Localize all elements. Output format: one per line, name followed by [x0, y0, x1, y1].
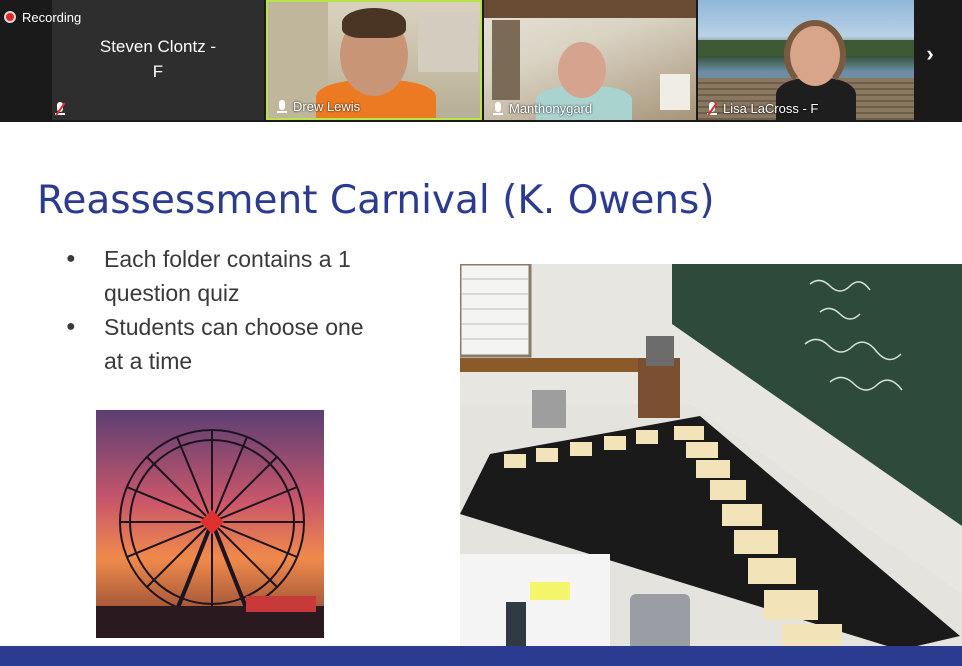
ferris-wheel-photo [96, 410, 324, 638]
participant-name-bar: Lisa LaCross - F [706, 101, 818, 116]
slide-footer-bar [0, 646, 962, 666]
participant-name-bar [54, 102, 66, 116]
chevron-right-icon: › [926, 41, 934, 66]
recording-dot-icon [4, 11, 16, 23]
bullet-text: Students can choose one at a time [104, 314, 364, 374]
participant-tile-drew[interactable]: Drew Lewis [266, 0, 482, 120]
bullet-marker: ● [66, 250, 76, 267]
bullet-list: ● Each folder contains a 1 question quiz… [66, 242, 386, 378]
microphone-muted-icon [706, 101, 718, 116]
microphone-icon [276, 99, 288, 114]
slide-title: Reassessment Carnival (K. Owens) [37, 178, 715, 223]
classroom-photo [460, 264, 962, 650]
microphone-icon [492, 101, 504, 116]
participant-big-name-line2: F [152, 62, 164, 81]
ferris-wheel-illustration [96, 429, 324, 638]
participant-tile-lisa[interactable]: Lisa LaCross - F [698, 0, 914, 120]
participant-tile-steven[interactable]: Steven Clontz - F [52, 0, 264, 120]
participant-name-bar: Drew Lewis [276, 99, 360, 114]
classroom-illustration [460, 264, 962, 650]
next-page-button[interactable]: › [916, 40, 944, 68]
bullet-text: Each folder contains a 1 question quiz [104, 246, 351, 306]
participant-tile-manthonygard[interactable]: Manthonygard [484, 0, 696, 120]
microphone-muted-icon [54, 102, 66, 116]
participant-name: Manthonygard [509, 101, 593, 116]
bullet-marker: ● [66, 318, 76, 335]
participant-name: Drew Lewis [293, 99, 361, 114]
shared-screen-slide: Reassessment Carnival (K. Owens) ● Each … [0, 122, 962, 666]
participant-gallery-strip: Recording Steven Clontz - F Drew Lewis M… [0, 0, 962, 122]
recording-label: Recording [22, 9, 82, 25]
recording-indicator[interactable]: Recording [4, 8, 81, 26]
participant-big-name: Steven Clontz - F [52, 34, 264, 84]
bullet-item: ● Students can choose one at a time [66, 310, 386, 378]
participant-name: Lisa LaCross - F [723, 101, 819, 116]
bullet-item: ● Each folder contains a 1 question quiz [66, 242, 386, 310]
participant-name-bar: Manthonygard [492, 101, 592, 116]
participant-big-name-line1: Steven Clontz - [99, 37, 217, 56]
